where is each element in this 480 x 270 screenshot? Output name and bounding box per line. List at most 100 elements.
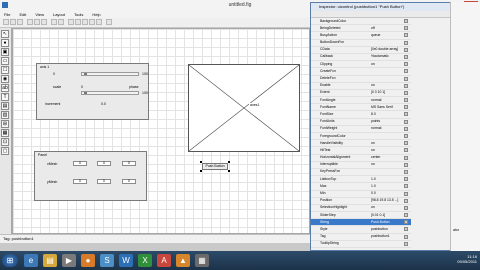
menu-file[interactable]: File [4,11,10,18]
mfile-editor-icon[interactable] [89,19,95,25]
property-value[interactable]: normal [371,126,381,130]
property-edit-icon[interactable] [404,148,408,153]
property-edit-icon[interactable] [404,112,408,117]
property-value[interactable]: off [371,26,375,30]
property-edit-icon[interactable] [404,241,408,246]
property-row[interactable]: FontWeight normal [311,126,411,133]
open-icon[interactable] [10,19,16,25]
ymesh-edit-2[interactable]: 0 [97,179,111,184]
slider-tool-icon[interactable]: ▣ [1,48,9,56]
popup-menu-tool-icon[interactable]: T [1,93,9,101]
property-edit-icon[interactable] [404,234,408,239]
menu-help[interactable]: Help [92,11,100,18]
property-row[interactable]: SelectionHighlight on [311,205,411,213]
property-edit-icon[interactable] [404,227,408,232]
property-edit-icon[interactable] [404,83,408,88]
property-edit-icon[interactable] [404,155,408,160]
property-value[interactable]: on [371,162,375,166]
property-edit-icon[interactable] [404,119,408,124]
property-value[interactable]: queue [371,33,380,37]
property-row[interactable]: BusyAction queue [311,32,411,40]
start-button-icon[interactable]: ⊞ [2,254,18,267]
pdf-icon[interactable]: A [157,254,171,267]
system-clock[interactable]: 11:16 09/05/2011 [457,254,477,264]
property-value[interactable]: [0x0 double array] [371,47,398,51]
static-text-tool-icon[interactable]: ab [1,84,9,92]
property-edit-icon[interactable] [404,126,408,131]
property-row[interactable]: Enable on [311,83,411,90]
selection-handle[interactable] [228,161,230,163]
property-value[interactable]: 0.0 [371,191,376,195]
property-row[interactable]: FontName MS Sans Serif [311,104,411,112]
toggle-button-tool-icon[interactable]: ▥ [1,111,9,119]
menu-edit[interactable]: Edit [19,11,26,18]
property-row[interactable]: Tag pushbutton1 [311,234,411,241]
selection-handle[interactable] [228,170,230,172]
layout-canvas[interactable]: axis 1 0 100 scale 0 phase 100 increment… [12,28,310,234]
slider-1[interactable] [81,72,139,76]
property-value[interactable]: [98.8 19.8 13.5 ...] [371,198,398,202]
xmesh-edit-3[interactable]: 0 [122,161,136,166]
property-edit-icon[interactable] [404,205,408,210]
slider-2-thumb[interactable] [84,92,87,94]
property-edit-icon[interactable] [404,26,408,31]
property-inspector-icon[interactable] [96,19,102,25]
word-icon[interactable]: W [119,254,133,267]
radio-button-tool-icon[interactable]: ▭ [1,57,9,65]
button-group-tool-icon[interactable]: ▢ [1,147,9,155]
property-edit-icon[interactable] [404,62,408,67]
property-row[interactable]: CreateFcn [311,68,411,76]
property-edit-icon[interactable] [404,105,408,110]
property-edit-icon[interactable] [404,40,408,45]
property-value[interactable]: pushbutton [371,227,388,231]
mesh-panel[interactable]: Panel xMesh 0 0 0 yMesh 0 0 0 [34,151,147,201]
undo-icon[interactable] [51,19,57,25]
property-value[interactable]: [0 0 10 1] [371,90,385,94]
property-row[interactable]: HorizontalAlignment center [311,155,411,162]
skype-icon[interactable]: S [100,254,114,267]
selection-handle[interactable] [200,161,202,163]
xmesh-edit-1[interactable]: 0 [73,161,87,166]
paste-icon[interactable] [41,19,47,25]
matlab-icon[interactable]: ▲ [176,254,190,267]
property-row[interactable]: Clipping on [311,61,411,69]
property-value[interactable]: %automatic [371,54,389,58]
property-row[interactable]: BeingDeleted off [311,25,411,33]
property-edit-icon[interactable] [404,47,408,52]
property-edit-icon[interactable] [404,54,408,59]
property-value[interactable]: center [371,155,380,159]
property-edit-icon[interactable] [404,90,408,95]
property-row[interactable]: Extent [0 0 10 1] [311,90,411,98]
property-row[interactable]: BackgroundColor [311,18,411,26]
property-edit-icon[interactable] [404,33,408,38]
property-edit-icon[interactable] [404,76,408,81]
property-edit-icon[interactable] [404,69,408,74]
property-value[interactable]: 8.0 [371,112,376,116]
property-row[interactable]: SliderStep [0.01 0.1] [311,212,411,220]
property-edit-icon[interactable] [404,177,408,182]
ymesh-edit-3[interactable]: 0 [122,179,136,184]
property-row[interactable]: FontUnits points [311,119,411,126]
property-edit-icon[interactable] [404,213,408,218]
slider-panel[interactable]: axis 1 0 100 scale 0 phase 100 increment… [36,63,149,120]
property-row[interactable]: HandleVisibility on [311,140,411,148]
property-edit-icon[interactable] [404,162,408,167]
property-row[interactable]: HitTest on [311,147,411,155]
property-value[interactable]: MS Sans Serif [371,105,393,109]
axes-tool-icon[interactable]: ▦ [1,129,9,137]
property-edit-icon[interactable] [404,184,408,189]
property-row[interactable]: String Push Button [311,219,411,227]
edit-text-tool-icon[interactable]: ◉ [1,75,9,83]
property-row[interactable]: Interruptible on [311,162,411,169]
property-row[interactable]: DeleteFcn [311,76,411,83]
property-row[interactable]: Max 1.0 [311,183,411,191]
panel-tool-icon[interactable]: ⊡ [1,138,9,146]
selection-handle[interactable] [200,170,202,172]
property-row[interactable]: ListboxTop 1.0 [311,176,411,184]
property-row[interactable]: Min 0.0 [311,191,411,198]
menu-view[interactable]: View [35,11,44,18]
align-icon[interactable] [68,19,74,25]
property-row[interactable]: ButtonDownFcn [311,40,411,47]
axes-placeholder[interactable]: axes1 [188,64,300,152]
property-edit-icon[interactable] [404,141,408,146]
